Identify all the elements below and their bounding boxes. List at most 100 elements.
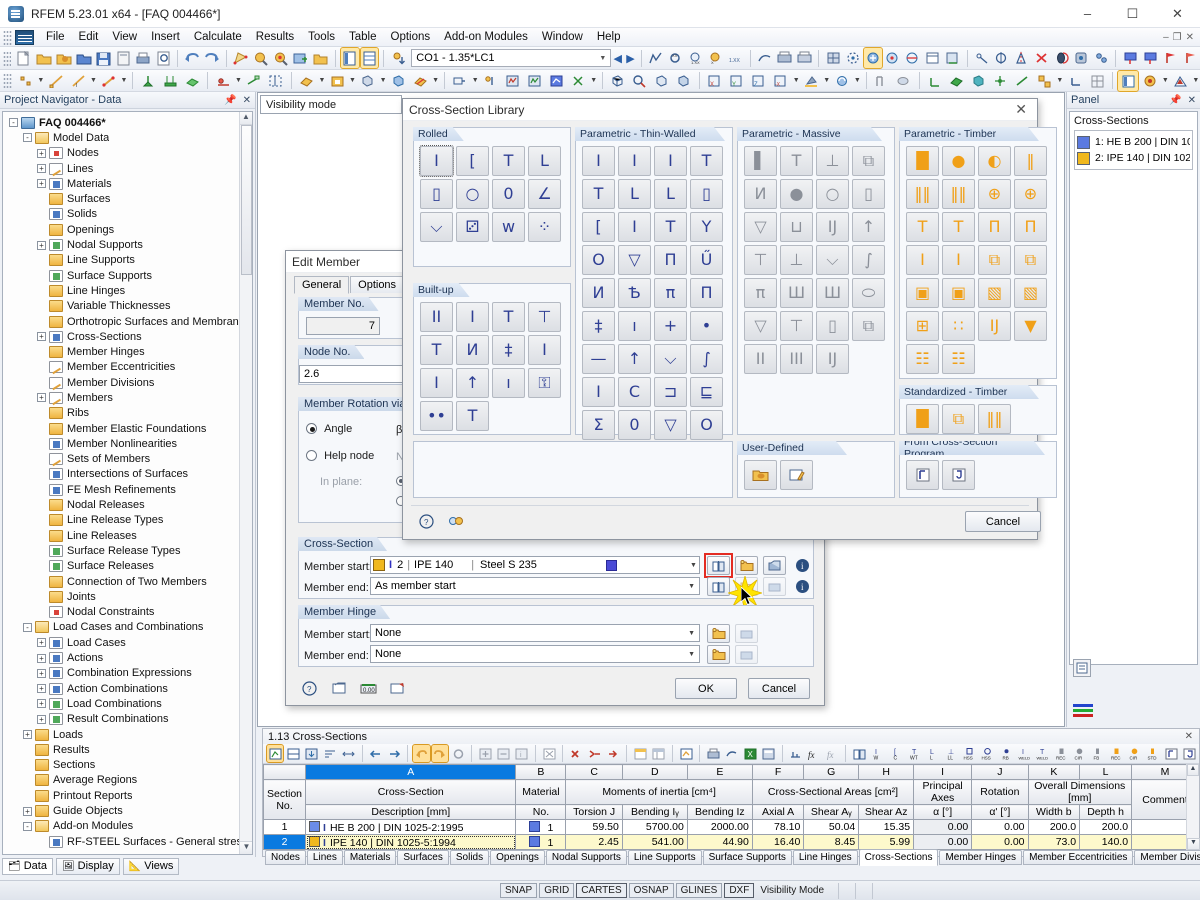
massive-z-button[interactable]: ⌵ [816,245,849,275]
table-refresh-icon[interactable] [450,745,466,762]
timber-box2-button[interactable]: ⧉ [1014,245,1047,275]
table-tab-line-supports[interactable]: Line Supports [627,849,702,865]
builtup-arrow-button[interactable]: ↑ [456,368,489,398]
rotation-helpnode-option[interactable]: Help node [306,450,374,462]
axes-icon[interactable] [925,71,945,91]
row-section-no[interactable]: 1 [262,819,307,835]
thin-t3-button[interactable]: T [654,212,687,242]
select-objects-icon[interactable] [232,48,250,68]
zoom-all-icon[interactable] [272,48,290,68]
node-display-icon[interactable] [991,71,1011,91]
print-preview-icon[interactable] [154,48,172,68]
calculate-icon[interactable] [502,71,522,91]
timber-i2-button[interactable]: I [942,245,975,275]
massive-hollow-button[interactable]: ▯ [852,179,885,209]
massive-inv-t-button[interactable]: ⊥ [816,146,849,176]
surface-support-icon[interactable] [182,71,202,91]
measure-icon[interactable] [755,48,773,68]
tree-expander[interactable]: + [37,332,46,342]
user-defined-open-icon[interactable] [744,460,777,490]
support-flag-1-icon[interactable] [1121,48,1139,68]
load-case-icon[interactable] [389,48,407,68]
chevron-down-icon[interactable]: ▼ [348,71,357,91]
tree-item-surfaces[interactable]: Surfaces [5,191,252,206]
save-icon[interactable] [95,48,113,68]
open-file-icon[interactable] [35,48,53,68]
std-timber-i-button[interactable]: ⧉ [942,404,975,434]
builtup-i3-button[interactable]: I [420,368,453,398]
menu-help[interactable]: Help [590,29,628,45]
unequal-angle-section-button[interactable]: ∠ [528,179,561,209]
tree-expander[interactable]: + [37,714,46,724]
row-shear-az[interactable]: 15.35 [858,819,915,835]
navigator-close-icon[interactable]: ✕ [243,95,251,106]
load-create-icon[interactable] [450,71,470,91]
navigator-tab-data[interactable]: 🗂 Data [2,857,53,875]
scroll-thumb[interactable] [241,125,252,275]
row-material-no[interactable]: 1 [515,819,567,835]
support-flag-3-icon[interactable] [1161,48,1179,68]
tree-item-model-data[interactable]: - Model Data [5,130,252,145]
timber-t-button[interactable]: T [906,212,939,242]
table-clear-icon[interactable] [541,745,557,762]
chevron-down-icon[interactable]: ▼ [589,71,598,91]
table-view-cols-icon[interactable] [651,745,667,762]
view-x-icon[interactable]: X [705,71,725,91]
results-icon[interactable] [546,71,566,91]
show-navigator-icon[interactable] [339,47,360,69]
table-info-icon[interactable]: i [514,745,530,762]
save-as-icon[interactable] [114,48,132,68]
cs-start-combo[interactable]: I 2 | IPE 140 | Steel S 235 ▼ [370,556,700,574]
thin-i2-button[interactable]: I [618,146,651,176]
chevron-down-icon[interactable]: ▼ [234,71,243,91]
table-print-icon[interactable] [705,745,721,762]
load-case-next-icon[interactable]: ▶ [624,52,637,65]
tree-item-connection-of-two-members[interactable]: Connection of Two Members [5,574,252,589]
tree-item-load-combinations[interactable]: + Load Combinations [5,696,252,711]
copy-object-icon[interactable] [1092,48,1110,68]
member-division-icon[interactable] [266,71,286,91]
timber-inner-button[interactable]: ▣ [906,278,939,308]
tree-item-fe-mesh-refinements[interactable]: FE Mesh Refinements [5,482,252,497]
new-folder-icon[interactable] [312,48,330,68]
row-torsion-j[interactable]: 59.50 [565,819,623,835]
massive-base-button[interactable]: ⊥ [780,245,813,275]
std-timber-rect-button[interactable]: █ [906,404,939,434]
table-remove-icon[interactable] [495,745,511,762]
section-ll-icon[interactable]: ⊥ LL [943,745,959,762]
massive-s-button[interactable]: ∫ [852,245,885,275]
tree-item-solids[interactable]: Solids [5,207,252,222]
print-report2-icon[interactable] [795,48,813,68]
navigator-tab-display[interactable]: 🖼 Display [55,857,120,875]
col-letter-h[interactable]: H [858,764,915,780]
massive-t-button[interactable]: T [780,146,813,176]
rail-section-button[interactable]: ⚂ [456,212,489,242]
menu-results[interactable]: Results [249,29,301,45]
render-view-icon[interactable] [292,48,310,68]
thin-y-button[interactable]: Y [690,212,723,242]
pin-icon[interactable]: 📌 [1169,95,1181,106]
menu-file[interactable]: File [39,29,72,45]
dotted-section-button[interactable]: ⁘ [528,212,561,242]
thin-dot-button[interactable]: • [690,311,723,341]
open-project-icon[interactable] [55,48,73,68]
tree-item-load-cases[interactable]: + Load Cases [5,635,252,650]
section-weld-i-icon[interactable]: I WELD [1016,745,1032,762]
member-hinge-icon[interactable] [213,71,233,91]
redo-icon[interactable] [203,48,221,68]
chevron-down-icon[interactable]: ▼ [318,71,327,91]
timber-circle-button[interactable]: ● [942,146,975,176]
tree-item-members[interactable]: + Members [5,390,252,405]
tree-expander[interactable]: + [37,699,46,709]
cs-library-close-icon[interactable]: ✕ [1011,101,1031,118]
timber-quad-button[interactable]: ⊞ [906,311,939,341]
menu-table[interactable]: Table [342,29,384,45]
builtup-t2-button[interactable]: T [420,335,453,365]
opening-create-icon[interactable] [327,71,347,91]
shell-create-icon[interactable] [388,71,408,91]
table-tab-member-eccentricities[interactable]: Member Eccentricities [1023,849,1134,865]
timber-stack2-button[interactable]: ☷ [942,344,975,374]
graphic-button[interactable] [386,679,409,698]
print-report-icon[interactable] [775,48,793,68]
massive-ring-button[interactable]: ○ [816,179,849,209]
